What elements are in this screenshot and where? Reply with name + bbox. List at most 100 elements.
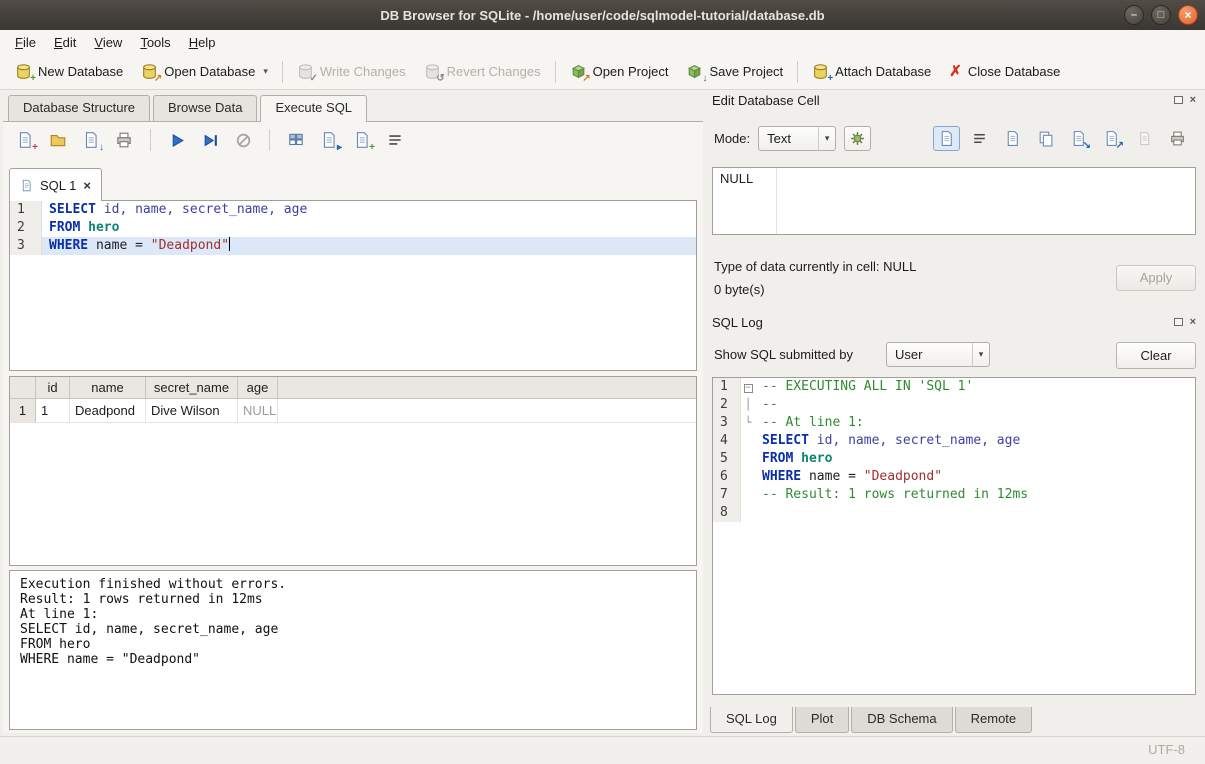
revert-changes-icon: ↺ (424, 63, 441, 80)
sql-log-view[interactable]: 1−-- EXECUTING ALL IN 'SQL 1'2│--3└-- At… (712, 377, 1196, 695)
save-results-view-icon[interactable]: ▸ (317, 128, 341, 152)
tab-plot[interactable]: Plot (795, 707, 849, 733)
sql-log-title: SQL Log (712, 315, 763, 330)
row-header[interactable]: 1 (10, 399, 36, 422)
close-panel-icon[interactable]: × (1190, 95, 1196, 105)
column-header-age[interactable]: age (238, 377, 278, 398)
paste-cell-icon[interactable] (1032, 126, 1059, 151)
copy-cell-icon[interactable] (999, 126, 1026, 151)
line-number: 3 (713, 414, 741, 432)
tab-db-schema[interactable]: DB Schema (851, 707, 952, 733)
export-results-icon[interactable] (284, 128, 308, 152)
open-database-button[interactable]: ↗ Open Database ▾ (132, 58, 277, 85)
fold-marker (741, 432, 755, 450)
tab-browse-data[interactable]: Browse Data (153, 95, 257, 121)
table-cell[interactable]: 1 (36, 399, 70, 422)
execute-all-icon[interactable] (165, 128, 189, 152)
close-database-icon: ✗ (949, 65, 962, 79)
open-project-label: Open Project (593, 64, 669, 79)
maximize-button[interactable]: □ (1151, 5, 1171, 25)
gear-icon (849, 130, 866, 147)
column-header-name[interactable]: name (70, 377, 146, 398)
close-window-button[interactable]: × (1178, 5, 1198, 25)
write-changes-label: Write Changes (320, 64, 406, 79)
close-database-button[interactable]: ✗ Close Database (940, 59, 1069, 84)
chevron-down-icon[interactable]: ▾ (263, 66, 268, 77)
sql-editor[interactable]: 1SELECT id, name, secret_name, age2FROM … (9, 200, 697, 371)
table-cell[interactable]: Dive Wilson (146, 399, 238, 422)
menu-edit[interactable]: Edit (45, 32, 85, 53)
line-number: 6 (713, 468, 741, 486)
submitted-by-value: User (887, 347, 972, 362)
chevron-down-icon: ▾ (818, 127, 835, 150)
table-cell[interactable]: Deadpond (70, 399, 146, 422)
text-mode-icon[interactable] (933, 126, 960, 151)
menu-help[interactable]: Help (180, 32, 225, 53)
open-database-icon: ↗ (141, 63, 158, 80)
fold-marker[interactable]: − (741, 378, 755, 396)
execution-message: Execution finished without errors. Resul… (9, 570, 697, 730)
tab-remote[interactable]: Remote (955, 707, 1033, 733)
format-sql-icon[interactable] (383, 128, 407, 152)
open-project-button[interactable]: ↗ Open Project (561, 58, 678, 85)
set-null-icon (1131, 126, 1158, 151)
execute-current-line-icon[interactable] (198, 128, 222, 152)
submitted-by-select[interactable]: User ▾ (886, 342, 990, 367)
column-header-secret_name[interactable]: secret_name (146, 377, 238, 398)
cell-editor[interactable]: NULL (712, 167, 1196, 235)
table-cell[interactable]: NULL (238, 399, 278, 422)
column-header-id[interactable]: id (36, 377, 70, 398)
save-project-button[interactable]: ↓ Save Project (677, 58, 792, 85)
sql-editor-tab[interactable]: SQL 1 × (9, 168, 102, 201)
export-cell-data-icon[interactable]: ↗ (1098, 126, 1125, 151)
code-text: FROM hero (42, 219, 696, 237)
open-sql-file-icon[interactable] (46, 128, 70, 152)
code-text: -- EXECUTING ALL IN 'SQL 1' (755, 378, 1195, 396)
cell-settings-button[interactable] (844, 126, 871, 151)
menu-file[interactable]: File (6, 32, 45, 53)
menu-tools[interactable]: Tools (131, 32, 179, 53)
code-line: 5FROM hero (713, 450, 1195, 468)
window-controls: – □ × (1124, 5, 1198, 25)
mode-label: Mode: (714, 131, 750, 146)
main-tab-bar: Database Structure Browse Data Execute S… (8, 95, 370, 122)
fold-marker (741, 486, 755, 504)
write-changes-button: ✓ Write Changes (288, 58, 415, 85)
sql-log-lines: 1−-- EXECUTING ALL IN 'SQL 1'2│--3└-- At… (713, 378, 1195, 522)
results-grid[interactable]: idnamesecret_nameage 11DeadpondDive Wils… (9, 376, 697, 566)
line-number: 7 (713, 486, 741, 504)
undock-panel-icon[interactable] (1174, 96, 1183, 104)
line-number: 2 (10, 219, 42, 237)
new-sql-tab-icon[interactable]: + (13, 128, 37, 152)
mode-select[interactable]: Text ▾ (758, 126, 836, 151)
undock-panel-icon[interactable] (1174, 318, 1183, 326)
minimize-button[interactable]: – (1124, 5, 1144, 25)
encoding-indicator[interactable]: UTF-8 (1148, 742, 1185, 757)
save-sql-file-icon[interactable]: ↓ (79, 128, 103, 152)
attach-database-button[interactable]: + Attach Database (803, 58, 940, 85)
toolbar-separator (555, 61, 556, 83)
tab-execute-sql[interactable]: Execute SQL (260, 95, 367, 122)
save-project-icon: ↓ (686, 63, 703, 80)
tab-sql-log[interactable]: SQL Log (710, 707, 793, 733)
edit-cell-panel-controls: × (1174, 95, 1196, 105)
print-cell-icon[interactable] (1164, 126, 1191, 151)
word-wrap-icon[interactable] (966, 126, 993, 151)
cell-editor-area[interactable] (777, 168, 1195, 234)
new-database-button[interactable]: + New Database (6, 58, 132, 85)
menu-view[interactable]: View (85, 32, 131, 53)
print-sql-icon[interactable] (112, 128, 136, 152)
close-panel-icon[interactable]: × (1190, 317, 1196, 327)
clear-log-button[interactable]: Clear (1116, 342, 1196, 369)
code-line: 6WHERE name = "Deadpond" (713, 468, 1195, 486)
sql-document-icon (20, 179, 33, 192)
close-tab-icon[interactable]: × (83, 178, 91, 193)
attach-database-icon: + (812, 63, 829, 80)
tab-database-structure[interactable]: Database Structure (8, 95, 150, 121)
import-cell-data-icon[interactable]: ↘ (1065, 126, 1092, 151)
menu-bar: File Edit View Tools Help (0, 30, 1205, 54)
create-view-icon[interactable]: + (350, 128, 374, 152)
line-number: 8 (713, 504, 741, 522)
code-line: 8 (713, 504, 1195, 522)
cell-size-info: 0 byte(s) (714, 282, 765, 297)
